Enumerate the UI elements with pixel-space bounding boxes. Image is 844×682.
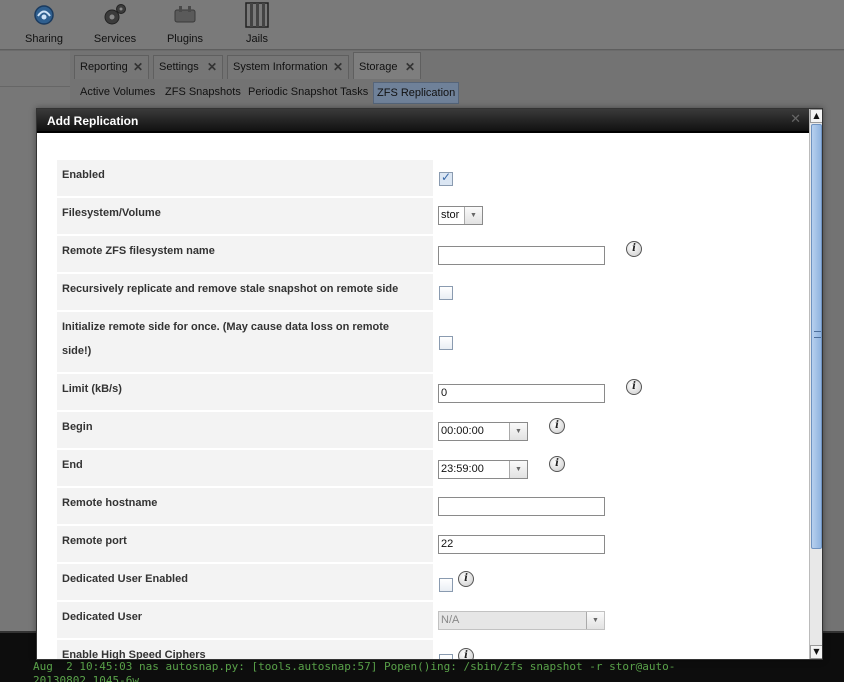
subtab-zfs-replication[interactable]: ZFS Replication (373, 82, 460, 104)
end-label: End (62, 459, 83, 471)
close-icon[interactable]: ✕ (133, 56, 143, 79)
info-icon[interactable]: i (549, 456, 565, 472)
top-toolbar: Sharing Services Plugins Jails (0, 0, 844, 50)
subtab-zfs-snapshots[interactable]: ZFS Snapshots (162, 82, 244, 104)
high-speed-ciphers-checkbox[interactable] (439, 654, 453, 659)
remote-port-label: Remote port (62, 535, 127, 547)
high-speed-ciphers-label: Enable High Speed Ciphers (62, 649, 206, 660)
dialog-scrollbar[interactable]: ▲ ▼ (809, 109, 822, 659)
begin-time-select[interactable]: 00:00:00 ▼ (438, 422, 528, 441)
info-icon[interactable]: i (549, 418, 565, 434)
toolbar-sharing-button[interactable]: Sharing (22, 2, 66, 48)
scroll-down-arrow-icon[interactable]: ▼ (810, 645, 822, 659)
begin-label: Begin (62, 421, 93, 433)
sharing-icon (34, 5, 54, 25)
chevron-down-icon: ▼ (509, 461, 527, 478)
plug-icon (174, 6, 196, 23)
initialize-label-line1: Initialize remote side for once. (May ca… (62, 321, 390, 333)
dedicated-user-enabled-checkbox[interactable] (439, 578, 453, 592)
info-icon[interactable]: i (626, 379, 642, 395)
dialog-title: Add Replication (47, 114, 139, 128)
row-end: End 23:59:00 ▼ i (57, 450, 792, 486)
enabled-checkbox[interactable]: ✓ (439, 170, 453, 186)
tab-reporting[interactable]: Reporting ✕ (74, 55, 149, 79)
initialize-checkbox[interactable] (439, 336, 453, 350)
tab-system-information[interactable]: System Information ✕ (227, 55, 349, 79)
enabled-label: Enabled (62, 169, 105, 181)
close-icon[interactable]: ✕ (405, 53, 415, 81)
tab-settings[interactable]: Settings ✕ (153, 55, 223, 79)
checkmark-icon: ✓ (441, 170, 452, 184)
chevron-down-icon: ▼ (586, 612, 604, 629)
remote-port-input[interactable]: 22 (438, 535, 605, 554)
remote-zfs-label: Remote ZFS filesystem name (62, 245, 215, 257)
row-filesystem-volume: Filesystem/Volume stor ▼ (57, 198, 792, 234)
row-remote-zfs: Remote ZFS filesystem name i (57, 236, 792, 272)
close-icon[interactable]: ✕ (790, 112, 801, 127)
toolbar-jails-button[interactable]: Jails (238, 2, 276, 48)
console-text: Aug 2 10:45:03 nas autosnap.py: [tools.a… (33, 660, 676, 682)
subtab-active-volumes[interactable]: Active Volumes (77, 82, 158, 104)
filesystem-volume-label: Filesystem/Volume (62, 207, 161, 219)
subtab-periodic-snapshot-tasks[interactable]: Periodic Snapshot Tasks (245, 82, 371, 104)
toolbar-services-button[interactable]: Services (91, 2, 139, 48)
info-icon[interactable]: i (626, 241, 642, 257)
row-high-speed-ciphers: Enable High Speed Ciphers i (57, 640, 792, 660)
limit-label: Limit (kB/s) (62, 383, 122, 395)
dialog-titlebar[interactable]: Add Replication ✕ (37, 109, 809, 133)
jail-bars-icon (245, 2, 269, 28)
toolbar-plugins-button[interactable]: Plugins (163, 2, 207, 48)
remote-hostname-label: Remote hostname (62, 497, 158, 509)
chevron-down-icon: ▼ (464, 207, 482, 224)
close-icon[interactable]: ✕ (333, 56, 343, 79)
recursive-checkbox[interactable] (439, 286, 453, 300)
recursive-label: Recursively replicate and remove stale s… (62, 283, 399, 295)
scrollbar-thumb[interactable] (811, 124, 822, 549)
tab-storage[interactable]: Storage ✕ (353, 52, 421, 79)
row-remote-port: Remote port 22 (57, 526, 792, 562)
chevron-down-icon: ▼ (509, 423, 527, 440)
filesystem-volume-select[interactable]: stor ▼ (438, 206, 483, 225)
dedicated-user-enabled-label: Dedicated User Enabled (62, 573, 188, 585)
close-icon[interactable]: ✕ (207, 56, 217, 79)
row-dedicated-user: Dedicated User N/A ▼ (57, 602, 792, 638)
limit-input[interactable]: 0 (438, 384, 605, 403)
row-dedicated-user-enabled: Dedicated User Enabled i (57, 564, 792, 600)
row-enabled: Enabled ✓ (57, 160, 792, 196)
remote-hostname-input[interactable] (438, 497, 605, 516)
remote-zfs-input[interactable] (438, 246, 605, 265)
dedicated-user-select[interactable]: N/A ▼ (438, 611, 605, 630)
row-begin: Begin 00:00:00 ▼ i (57, 412, 792, 448)
end-time-select[interactable]: 23:59:00 ▼ (438, 460, 528, 479)
row-initialize: Initialize remote side for once. (May ca… (57, 312, 792, 372)
info-icon[interactable]: i (458, 648, 474, 659)
row-limit: Limit (kB/s) 0 i (57, 374, 792, 410)
gears-icon (104, 4, 126, 25)
scroll-up-arrow-icon[interactable]: ▲ (810, 109, 822, 123)
dedicated-user-label: Dedicated User (62, 611, 143, 623)
row-remote-hostname: Remote hostname (57, 488, 792, 524)
info-icon[interactable]: i (458, 571, 474, 587)
row-recursive: Recursively replicate and remove stale s… (57, 274, 792, 310)
add-replication-dialog: Add Replication ✕ ▲ ▼ Enabled ✓ Filesyst… (36, 108, 823, 660)
initialize-label-line2: side!) (62, 345, 92, 357)
